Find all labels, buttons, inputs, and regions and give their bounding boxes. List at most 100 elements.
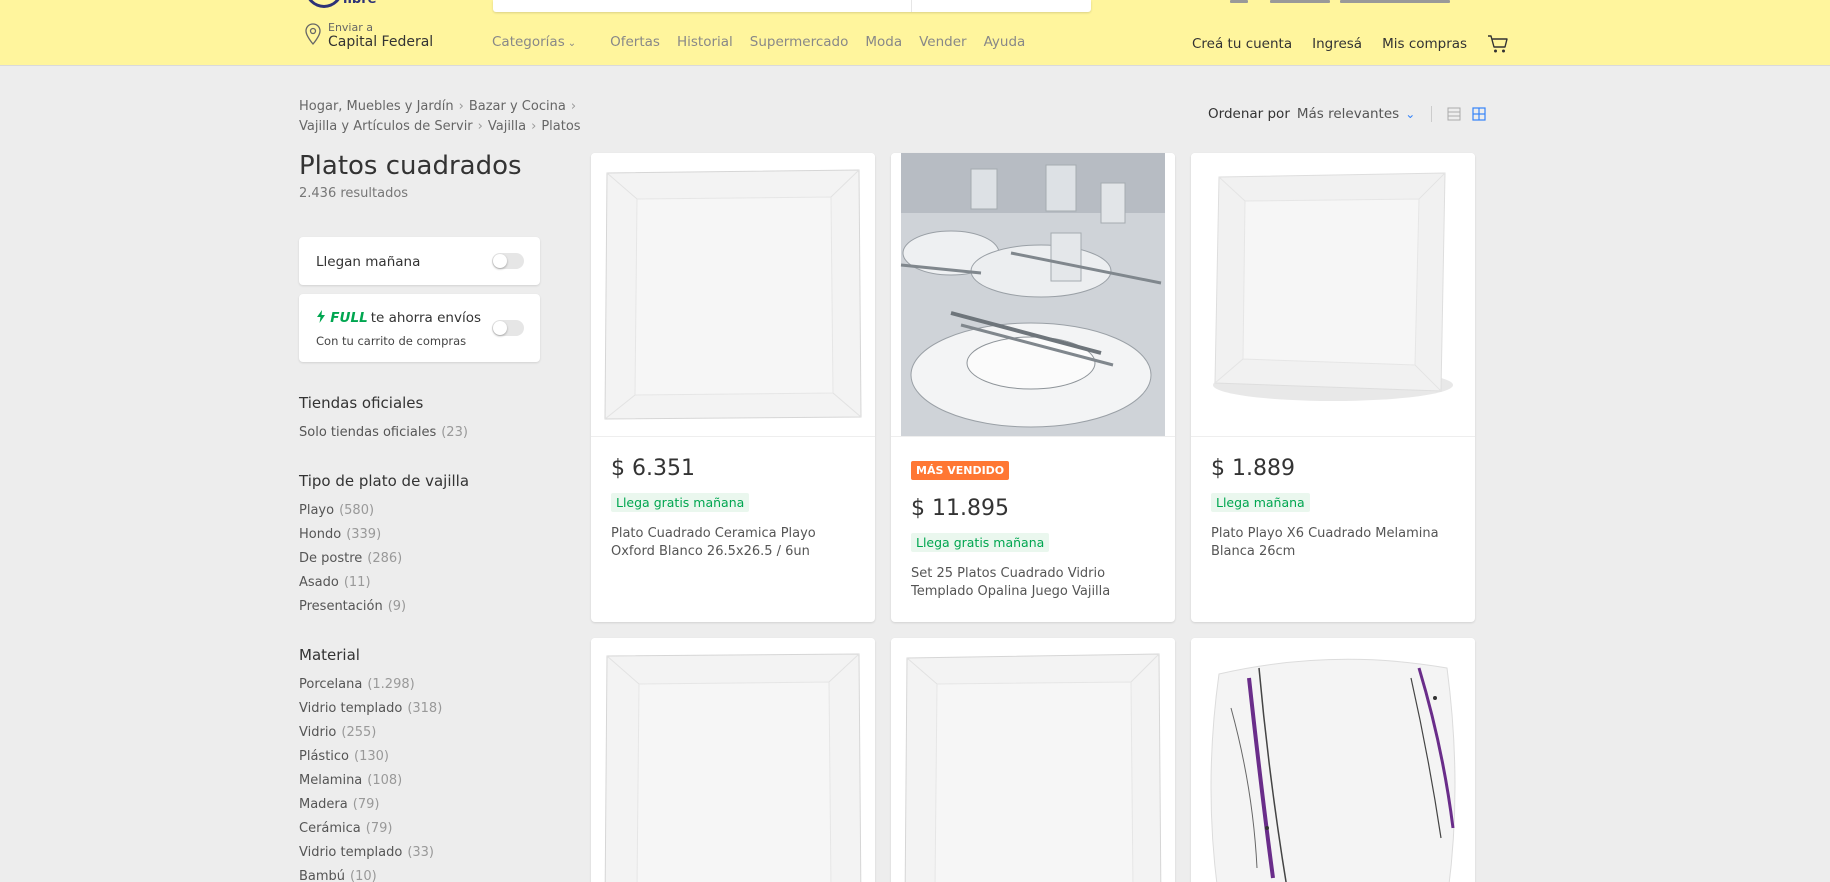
filter-option[interactable]: Solo tiendas oficiales (23)	[299, 421, 468, 445]
nav-moda[interactable]: Moda	[865, 34, 902, 50]
search-divider	[911, 0, 912, 12]
product-card[interactable]: $ 6.351 Llega gratis mañana Plato Cuadra…	[591, 153, 875, 622]
chevron-right-icon: ›	[531, 119, 537, 134]
filter-option[interactable]: Melamina (108)	[299, 769, 442, 793]
shipping-tag: Llega mañana	[1211, 493, 1310, 512]
toggle-switch[interactable]	[492, 253, 524, 269]
product-card[interactable]	[891, 638, 1175, 882]
nav-categorias[interactable]: Categorías ⌄	[492, 34, 593, 50]
chevron-down-icon: ⌄	[567, 38, 577, 49]
results-count: 2.436 resultados	[299, 186, 409, 201]
decorated-plate-image	[1191, 638, 1475, 882]
filter-option[interactable]: Vidrio templado (318)	[299, 697, 442, 721]
filter-option[interactable]: Porcelana (1.298)	[299, 673, 442, 697]
product-price: $ 1.889	[1211, 456, 1295, 481]
nav-ayuda[interactable]: Ayuda	[984, 34, 1026, 50]
filter-full[interactable]: FULL te ahorra envíos Con tu carrito de c…	[299, 294, 540, 362]
toggle-switch[interactable]	[492, 320, 524, 336]
chevron-right-icon: ›	[477, 119, 483, 134]
full-brand: FULL	[330, 310, 368, 326]
logo-oval	[305, 0, 343, 8]
sort-dropdown[interactable]: Más relevantes	[1297, 106, 1399, 122]
nav-vender[interactable]: Vender	[919, 34, 966, 50]
page-title: Platos cuadrados	[299, 151, 522, 181]
breadcrumb-bazar[interactable]: Bazar y Cocina	[469, 99, 566, 114]
filter-label: Llegan mañana	[316, 254, 421, 270]
user-nav: Creá tu cuenta Ingresá Mis compras	[1192, 34, 1509, 54]
chevron-right-icon: ›	[458, 99, 464, 114]
my-purchases-link[interactable]: Mis compras	[1382, 36, 1467, 52]
breadcrumb-vajilla[interactable]: Vajilla	[488, 119, 526, 134]
logo-text: libre	[343, 0, 376, 7]
full-text: te ahorra envíos	[370, 310, 481, 326]
filter-heading: Tipo de plato de vajilla	[299, 472, 470, 490]
filter-option[interactable]: Hondo (339)	[299, 523, 469, 547]
location-label: Enviar a	[328, 21, 373, 34]
filter-llegan-manana[interactable]: Llegan mañana	[299, 237, 540, 285]
lightning-icon	[317, 310, 325, 323]
nav-ofertas[interactable]: Ofertas	[610, 34, 660, 50]
best-seller-badge: MÁS VENDIDO	[911, 461, 1010, 480]
logo[interactable]: libre	[305, 0, 376, 8]
list-view-icon[interactable]	[1446, 106, 1462, 122]
product-image[interactable]	[891, 638, 1175, 882]
breadcrumb-hogar[interactable]: Hogar, Muebles y Jardín	[299, 99, 454, 114]
filter-option[interactable]: Presentación (9)	[299, 595, 469, 619]
filter-option[interactable]: Vidrio templado (33)	[299, 841, 442, 865]
login-link[interactable]: Ingresá	[1312, 36, 1362, 52]
filter-option[interactable]: Plástico (130)	[299, 745, 442, 769]
create-account-link[interactable]: Creá tu cuenta	[1192, 36, 1292, 52]
filter-option[interactable]: Asado (11)	[299, 571, 469, 595]
filter-option[interactable]: De postre (286)	[299, 547, 469, 571]
filter-option[interactable]: Playo (580)	[299, 499, 469, 523]
tableware-photo	[891, 153, 1175, 436]
nav-historial[interactable]: Historial	[677, 34, 733, 50]
full-label: FULL te ahorra envíos	[316, 310, 481, 326]
product-price: $ 6.351	[611, 456, 695, 481]
plate-image	[591, 638, 875, 882]
product-image[interactable]	[1191, 153, 1475, 437]
full-subtitle: Con tu carrito de compras	[316, 334, 467, 348]
search-input[interactable]	[493, 0, 1091, 12]
divider	[1431, 106, 1433, 122]
grid-view-icon[interactable]	[1471, 106, 1487, 122]
header: libre Enviar a Capital Federal Categoría…	[0, 0, 1830, 65]
toggle-knob	[493, 254, 507, 268]
header-top-links	[1230, 0, 1460, 6]
filter-section-tiendas: Tiendas oficiales Solo tiendas oficiales…	[299, 394, 468, 445]
sort-bar: Ordenar por Más relevantes ⌄	[1208, 106, 1496, 122]
product-card[interactable]	[591, 638, 875, 882]
product-card[interactable]: $ 1.889 Llega mañana Plato Playo X6 Cuad…	[1191, 153, 1475, 622]
filter-option[interactable]: Vidrio (255)	[299, 721, 442, 745]
product-title[interactable]: Set 25 Platos Cuadrado Vidrio Templado O…	[911, 565, 1161, 601]
plate-image	[591, 153, 875, 436]
product-title[interactable]: Plato Cuadrado Ceramica Playo Oxford Bla…	[611, 525, 861, 561]
breadcrumb: Hogar, Muebles y Jardín › Bazar y Cocina › …	[299, 97, 599, 137]
filter-option[interactable]: Madera (79)	[299, 793, 442, 817]
shipping-tag: Llega gratis mañana	[911, 533, 1050, 552]
product-card[interactable]	[1191, 638, 1475, 882]
product-image[interactable]	[591, 153, 875, 437]
plate-image	[891, 638, 1175, 882]
chevron-down-icon[interactable]: ⌄	[1405, 107, 1415, 121]
nav-supermercado[interactable]: Supermercado	[750, 34, 849, 50]
product-image[interactable]	[1191, 638, 1475, 882]
cart-icon[interactable]	[1487, 34, 1509, 54]
plate-image	[1191, 153, 1475, 436]
product-title[interactable]: Plato Playo X6 Cuadrado Melamina Blanca …	[1211, 525, 1461, 561]
sort-label: Ordenar por	[1208, 106, 1290, 122]
filter-option[interactable]: Cerámica (79)	[299, 817, 442, 841]
product-card[interactable]: MÁS VENDIDO $ 11.895 Llega gratis mañana…	[891, 153, 1175, 622]
filter-option[interactable]: Bambú (10)	[299, 865, 442, 882]
product-price: $ 11.895	[911, 496, 1009, 521]
breadcrumb-vajilla-servir[interactable]: Vajilla y Artículos de Servir	[299, 119, 473, 134]
location-value: Capital Federal	[328, 34, 434, 50]
filter-section-material: Material Porcelana (1.298) Vidrio templad…	[299, 646, 442, 882]
breadcrumb-platos[interactable]: Platos	[541, 119, 580, 134]
main-nav: Categorías ⌄ Ofertas Historial Supermerca…	[492, 34, 1042, 50]
product-image[interactable]	[591, 638, 875, 882]
location-selector[interactable]: Enviar a Capital Federal	[304, 22, 433, 51]
location-pin-icon	[305, 23, 321, 45]
filter-heading: Material	[299, 646, 360, 664]
product-image[interactable]	[891, 153, 1175, 437]
